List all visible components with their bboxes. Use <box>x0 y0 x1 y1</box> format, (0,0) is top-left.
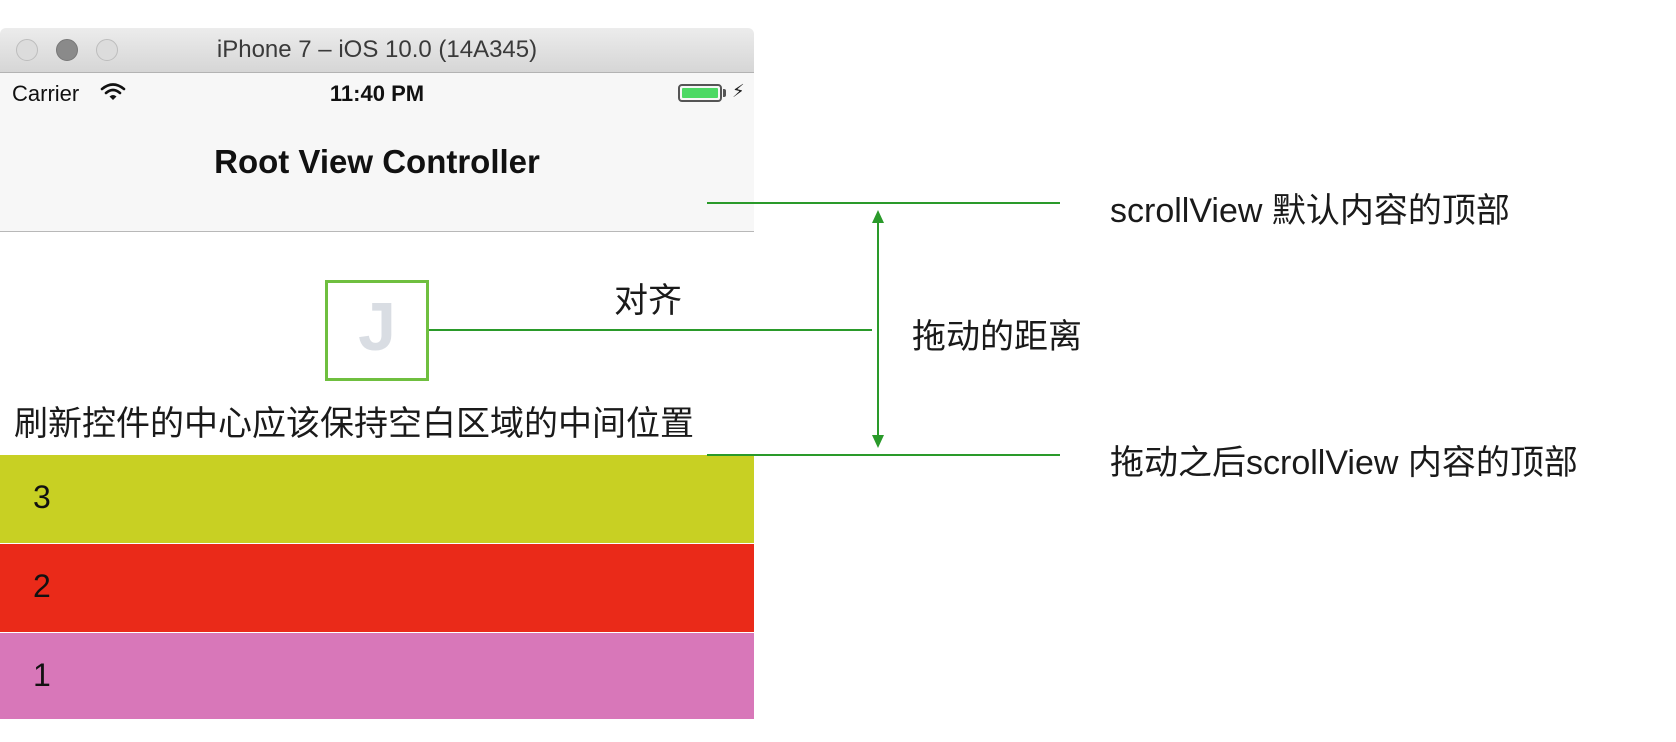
annotation-after-drag-top: 拖动之后scrollView 内容的顶部 <box>1110 444 1578 482</box>
arrow-down-icon <box>872 435 884 448</box>
annotation-align: 对齐 <box>614 282 682 320</box>
annotation-drag-distance: 拖动的距离 <box>912 318 1082 356</box>
arrow-up-icon <box>872 210 884 223</box>
annotation-overlay <box>429 202 1060 456</box>
annotation-default-top: scrollView 默认内容的顶部 <box>1110 192 1510 230</box>
